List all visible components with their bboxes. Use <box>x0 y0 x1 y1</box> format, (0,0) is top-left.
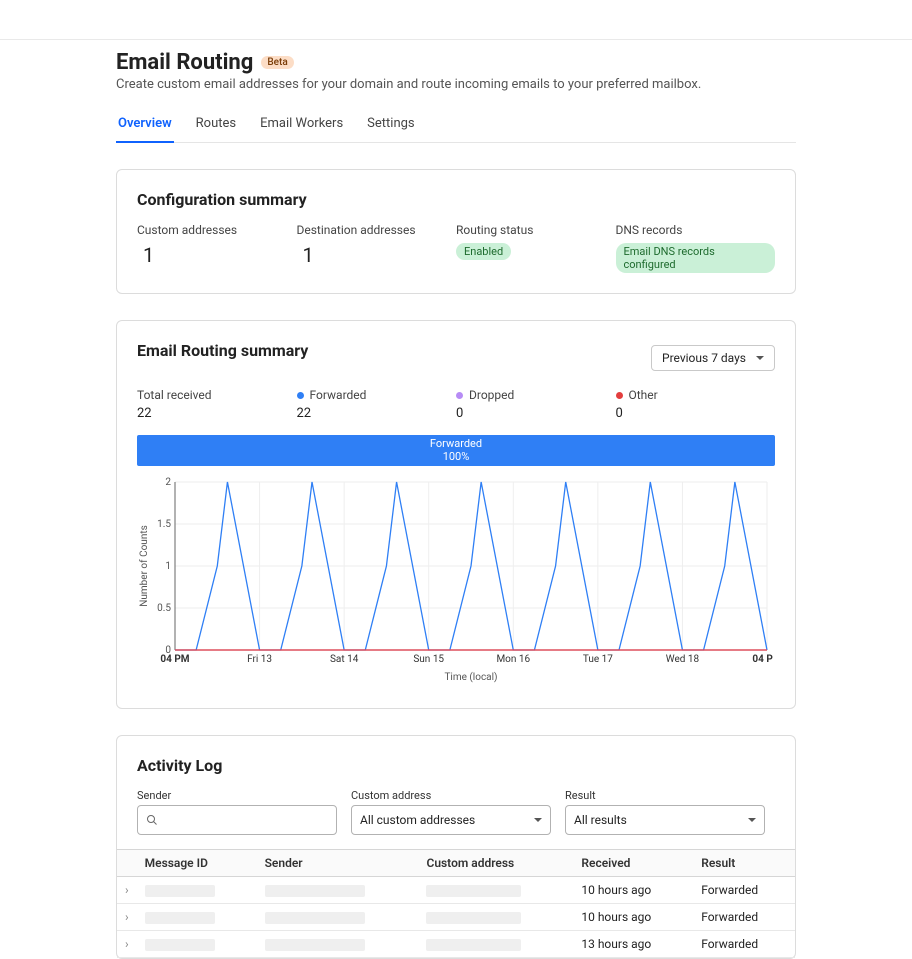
sender-input-field[interactable] <box>164 813 328 827</box>
custom-address-select[interactable]: All custom addresses <box>351 805 551 835</box>
other-value: 0 <box>616 406 776 421</box>
destination-addresses-label: Destination addresses <box>297 223 457 237</box>
svg-text:Number of Counts: Number of Counts <box>138 526 150 608</box>
summary-heading: Email Routing summary <box>137 341 308 360</box>
total-received-value: 22 <box>137 406 297 421</box>
svg-text:Sun 15: Sun 15 <box>413 654 444 665</box>
other-label: Other <box>629 388 658 402</box>
time-range-dropdown[interactable]: Previous 7 days <box>651 345 775 371</box>
chevron-right-icon[interactable]: › <box>117 904 137 931</box>
result-select[interactable]: All results <box>565 805 765 835</box>
destination-addresses-value: 1 <box>297 243 457 267</box>
search-icon <box>146 814 158 826</box>
svg-text:04 PM: 04 PM <box>752 654 773 665</box>
result-cell: Forwarded <box>693 877 795 904</box>
activity-heading: Activity Log <box>137 756 775 775</box>
dropped-value: 0 <box>456 406 616 421</box>
dot-icon <box>616 392 623 399</box>
table-row[interactable]: › 13 hours agoForwarded <box>117 931 795 958</box>
chart: 00.511.5204 PMFri 13Sat 14Sun 15Mon 16Tu… <box>137 474 775 688</box>
received-cell: 10 hours ago <box>573 904 693 931</box>
activity-log-card: Activity Log Sender Custom address All c… <box>116 735 796 959</box>
svg-text:Mon 16: Mon 16 <box>496 654 530 665</box>
activity-table: Message ID Sender Custom address Receive… <box>117 849 795 958</box>
chevron-right-icon[interactable]: › <box>117 877 137 904</box>
svg-text:Wed 18: Wed 18 <box>666 654 700 665</box>
forwarded-bar: Forwarded 100% <box>137 435 775 466</box>
result-cell: Forwarded <box>693 931 795 958</box>
tab-settings[interactable]: Settings <box>365 110 416 143</box>
routing-status-badge: Enabled <box>456 243 511 260</box>
table-row[interactable]: › 10 hours agoForwarded <box>117 904 795 931</box>
svg-text:Tue 17: Tue 17 <box>583 654 613 665</box>
chevron-down-icon <box>534 818 542 822</box>
svg-text:Fri 13: Fri 13 <box>247 654 272 665</box>
result-cell: Forwarded <box>693 904 795 931</box>
sender-search-input[interactable] <box>137 805 337 835</box>
page-title: Email Routing <box>116 50 253 75</box>
dns-records-label: DNS records <box>616 223 776 237</box>
received-cell: 10 hours ago <box>573 877 693 904</box>
total-received-label: Total received <box>137 388 212 402</box>
forwarded-value: 22 <box>297 406 457 421</box>
col-message-id: Message ID <box>137 850 257 877</box>
routing-summary-card: Email Routing summary Previous 7 days To… <box>116 320 796 709</box>
page-subtitle: Create custom email addresses for your d… <box>116 77 796 92</box>
chevron-down-icon <box>756 356 764 360</box>
time-range-label: Previous 7 days <box>662 351 746 365</box>
custom-address-select-value: All custom addresses <box>360 813 475 827</box>
custom-addresses-label: Custom addresses <box>137 223 297 237</box>
forwarded-bar-pct: 100% <box>137 450 775 463</box>
beta-badge: Beta <box>261 56 293 69</box>
col-sender: Sender <box>257 850 419 877</box>
col-received: Received <box>573 850 693 877</box>
tab-email-workers[interactable]: Email Workers <box>258 110 345 143</box>
result-filter-label: Result <box>565 789 765 802</box>
dropped-label: Dropped <box>469 388 514 402</box>
sender-filter-label: Sender <box>137 789 337 802</box>
routing-status-label: Routing status <box>456 223 616 237</box>
svg-text:1: 1 <box>165 561 171 572</box>
chevron-right-icon[interactable]: › <box>117 931 137 958</box>
svg-text:2: 2 <box>165 477 171 488</box>
dot-icon <box>456 392 463 399</box>
chevron-down-icon <box>748 818 756 822</box>
forwarded-label: Forwarded <box>310 388 367 402</box>
custom-addresses-value: 1 <box>137 243 297 267</box>
tabs: Overview Routes Email Workers Settings <box>116 110 796 143</box>
svg-text:Time (local): Time (local) <box>444 671 497 683</box>
svg-text:1.5: 1.5 <box>157 519 171 530</box>
svg-text:04 PM: 04 PM <box>160 654 189 665</box>
table-row[interactable]: › 10 hours agoForwarded <box>117 877 795 904</box>
config-heading: Configuration summary <box>137 190 775 209</box>
result-select-value: All results <box>574 813 627 827</box>
tab-routes[interactable]: Routes <box>194 110 238 143</box>
dns-records-badge: Email DNS records configured <box>616 243 776 273</box>
svg-text:Sat 14: Sat 14 <box>330 654 359 665</box>
col-result: Result <box>693 850 795 877</box>
tab-overview[interactable]: Overview <box>116 110 174 143</box>
svg-text:0.5: 0.5 <box>157 603 171 614</box>
received-cell: 13 hours ago <box>573 931 693 958</box>
custom-address-filter-label: Custom address <box>351 789 551 802</box>
col-custom-address: Custom address <box>418 850 573 877</box>
forwarded-bar-label: Forwarded <box>137 437 775 450</box>
config-summary-card: Configuration summary Custom addresses 1… <box>116 169 796 294</box>
dot-icon <box>297 392 304 399</box>
